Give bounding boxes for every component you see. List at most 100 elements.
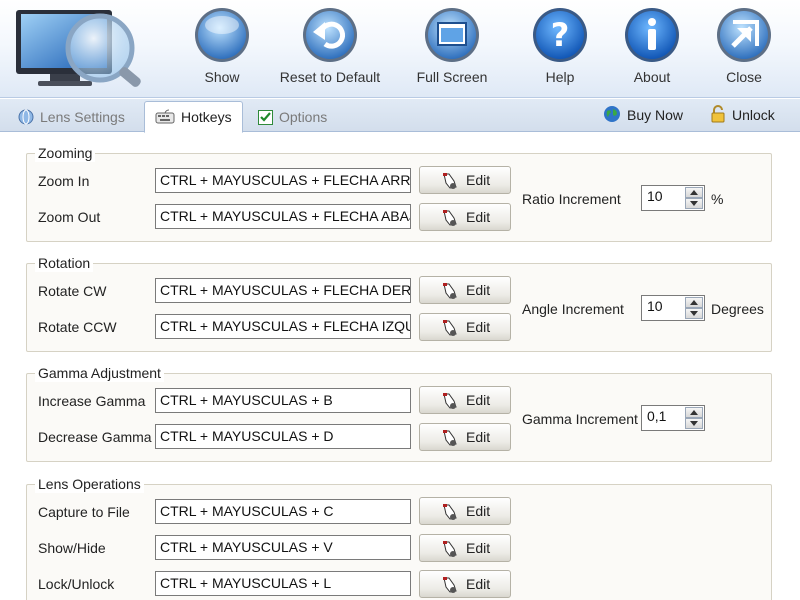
app-logo-monitor-magnifier-icon	[10, 6, 150, 94]
zoom-in-edit-button[interactable]: Edit	[419, 166, 511, 194]
checkbox-icon	[258, 110, 273, 128]
rotate-ccw-hotkey-field[interactable]: CTRL + MAYUSCULAS + FLECHA IZQUIERDA	[155, 314, 411, 339]
zoom-in-label: Zoom In	[38, 173, 90, 189]
reset-to-default-button[interactable]: Reset to Default	[274, 6, 386, 90]
show-hide-hotkey-field[interactable]: CTRL + MAYUSCULAS + V	[155, 535, 411, 560]
spin-up-button[interactable]	[685, 297, 703, 308]
decrease-gamma-edit-button[interactable]: Edit	[419, 423, 511, 451]
tab-hotkeys[interactable]: Hotkeys	[144, 101, 243, 133]
info-icon	[623, 6, 681, 64]
rotation-group: Rotation Rotate CW CTRL + MAYUSCULAS + F…	[26, 254, 772, 352]
edit-hand-icon	[440, 209, 460, 230]
group-title: Rotation	[35, 254, 94, 272]
show-button[interactable]: Show	[167, 6, 277, 90]
unlock-label: Unlock	[732, 107, 775, 123]
angle-increment-label: Angle Increment	[522, 301, 624, 317]
exit-arrow-icon	[715, 6, 773, 64]
globe-icon	[603, 105, 621, 126]
angle-increment-value: 10	[647, 298, 663, 314]
question-mark-icon: ?	[531, 6, 589, 64]
lock-unlock-label: Lock/Unlock	[38, 576, 115, 592]
zoom-out-edit-button[interactable]: Edit	[419, 203, 511, 231]
lock-unlock-hotkey-field[interactable]: CTRL + MAYUSCULAS + L	[155, 571, 411, 596]
zoom-out-label: Zoom Out	[38, 209, 101, 225]
rotate-cw-hotkey-field[interactable]: CTRL + MAYUSCULAS + FLECHA DERECHA	[155, 278, 411, 303]
edit-hand-icon	[440, 172, 460, 193]
edit-label: Edit	[466, 429, 491, 445]
edit-hand-icon	[440, 392, 460, 413]
edit-hand-icon	[440, 319, 460, 340]
tab-options[interactable]: Options	[248, 105, 337, 132]
show-hide-edit-button[interactable]: Edit	[419, 534, 511, 562]
ratio-increment-label: Ratio Increment	[522, 191, 621, 207]
show-hide-label: Show/Hide	[38, 540, 106, 556]
edit-hand-icon	[440, 576, 460, 597]
show-label: Show	[204, 69, 240, 85]
angle-increment-spinner[interactable]: 10	[641, 295, 705, 321]
padlock-icon	[710, 105, 726, 126]
spin-down-button[interactable]	[685, 418, 703, 429]
unlock-link[interactable]: Unlock	[710, 105, 775, 126]
spin-up-button[interactable]	[685, 407, 703, 418]
tab-bar: Lens Settings Hotkeys Options Buy Now Un…	[0, 99, 800, 133]
globe-lens-icon	[18, 109, 34, 128]
edit-label: Edit	[466, 209, 491, 225]
hotkeys-panel: Zooming Zoom In CTRL + MAYUSCULAS + FLEC…	[0, 133, 800, 600]
edit-label: Edit	[466, 503, 491, 519]
tab-lens-settings-label: Lens Settings	[40, 109, 125, 125]
decrease-gamma-hotkey-field[interactable]: CTRL + MAYUSCULAS + D	[155, 424, 411, 449]
lens-operations-group: Lens Operations Capture to File CTRL + M…	[26, 475, 772, 600]
zoom-out-hotkey-field[interactable]: CTRL + MAYUSCULAS + FLECHA ABAJO	[155, 204, 411, 229]
tab-lens-settings[interactable]: Lens Settings	[8, 105, 135, 132]
rotate-ccw-edit-button[interactable]: Edit	[419, 313, 511, 341]
full-screen-label: Full Screen	[416, 69, 488, 85]
increase-gamma-label: Increase Gamma	[38, 393, 146, 409]
ratio-increment-spinner[interactable]: 10	[641, 185, 705, 211]
tab-options-label: Options	[279, 109, 328, 125]
svg-text:?: ?	[551, 16, 570, 54]
buy-now-link[interactable]: Buy Now	[603, 105, 683, 126]
lock-unlock-edit-button[interactable]: Edit	[419, 570, 511, 598]
undo-arrow-icon	[301, 6, 359, 64]
gamma-increment-value: 0,1	[647, 408, 667, 424]
spin-down-button[interactable]	[685, 308, 703, 319]
rotate-cw-edit-button[interactable]: Edit	[419, 276, 511, 304]
edit-label: Edit	[466, 172, 491, 188]
rotate-ccw-label: Rotate CCW	[38, 319, 117, 335]
ratio-increment-value: 10	[647, 188, 663, 204]
show-icon	[193, 6, 251, 64]
edit-hand-icon	[440, 540, 460, 561]
capture-to-file-label: Capture to File	[38, 504, 130, 520]
group-title: Gamma Adjustment	[35, 364, 164, 382]
reset-label: Reset to Default	[279, 69, 381, 85]
gamma-increment-label: Gamma Increment	[522, 411, 638, 427]
edit-label: Edit	[466, 576, 491, 592]
edit-label: Edit	[466, 319, 491, 335]
group-title: Zooming	[35, 144, 96, 162]
gamma-increment-spinner[interactable]: 0,1	[641, 405, 705, 431]
rotate-cw-label: Rotate CW	[38, 283, 107, 299]
full-screen-button[interactable]: Full Screen	[397, 6, 507, 90]
increase-gamma-hotkey-field[interactable]: CTRL + MAYUSCULAS + B	[155, 388, 411, 413]
spin-up-button[interactable]	[685, 187, 703, 198]
capture-to-file-edit-button[interactable]: Edit	[419, 497, 511, 525]
gamma-adjustment-group: Gamma Adjustment Increase Gamma CTRL + M…	[26, 364, 772, 462]
tab-hotkeys-label: Hotkeys	[181, 109, 232, 125]
angle-unit: Degrees	[711, 301, 764, 317]
zoom-in-hotkey-field[interactable]: CTRL + MAYUSCULAS + FLECHA ARRIBA	[155, 168, 411, 193]
keyboard-icon	[155, 109, 175, 128]
edit-hand-icon	[440, 282, 460, 303]
buy-now-label: Buy Now	[627, 107, 684, 123]
edit-label: Edit	[466, 282, 491, 298]
close-button[interactable]: Close	[689, 6, 799, 90]
close-label: Close	[726, 69, 762, 85]
zooming-group: Zooming Zoom In CTRL + MAYUSCULAS + FLEC…	[26, 144, 772, 242]
decrease-gamma-label: Decrease Gamma	[38, 429, 152, 445]
capture-to-file-hotkey-field[interactable]: CTRL + MAYUSCULAS + C	[155, 499, 411, 524]
ratio-unit: %	[711, 191, 724, 207]
edit-hand-icon	[440, 503, 460, 524]
spin-down-button[interactable]	[685, 198, 703, 209]
increase-gamma-edit-button[interactable]: Edit	[419, 386, 511, 414]
edit-hand-icon	[440, 429, 460, 450]
edit-label: Edit	[466, 392, 491, 408]
